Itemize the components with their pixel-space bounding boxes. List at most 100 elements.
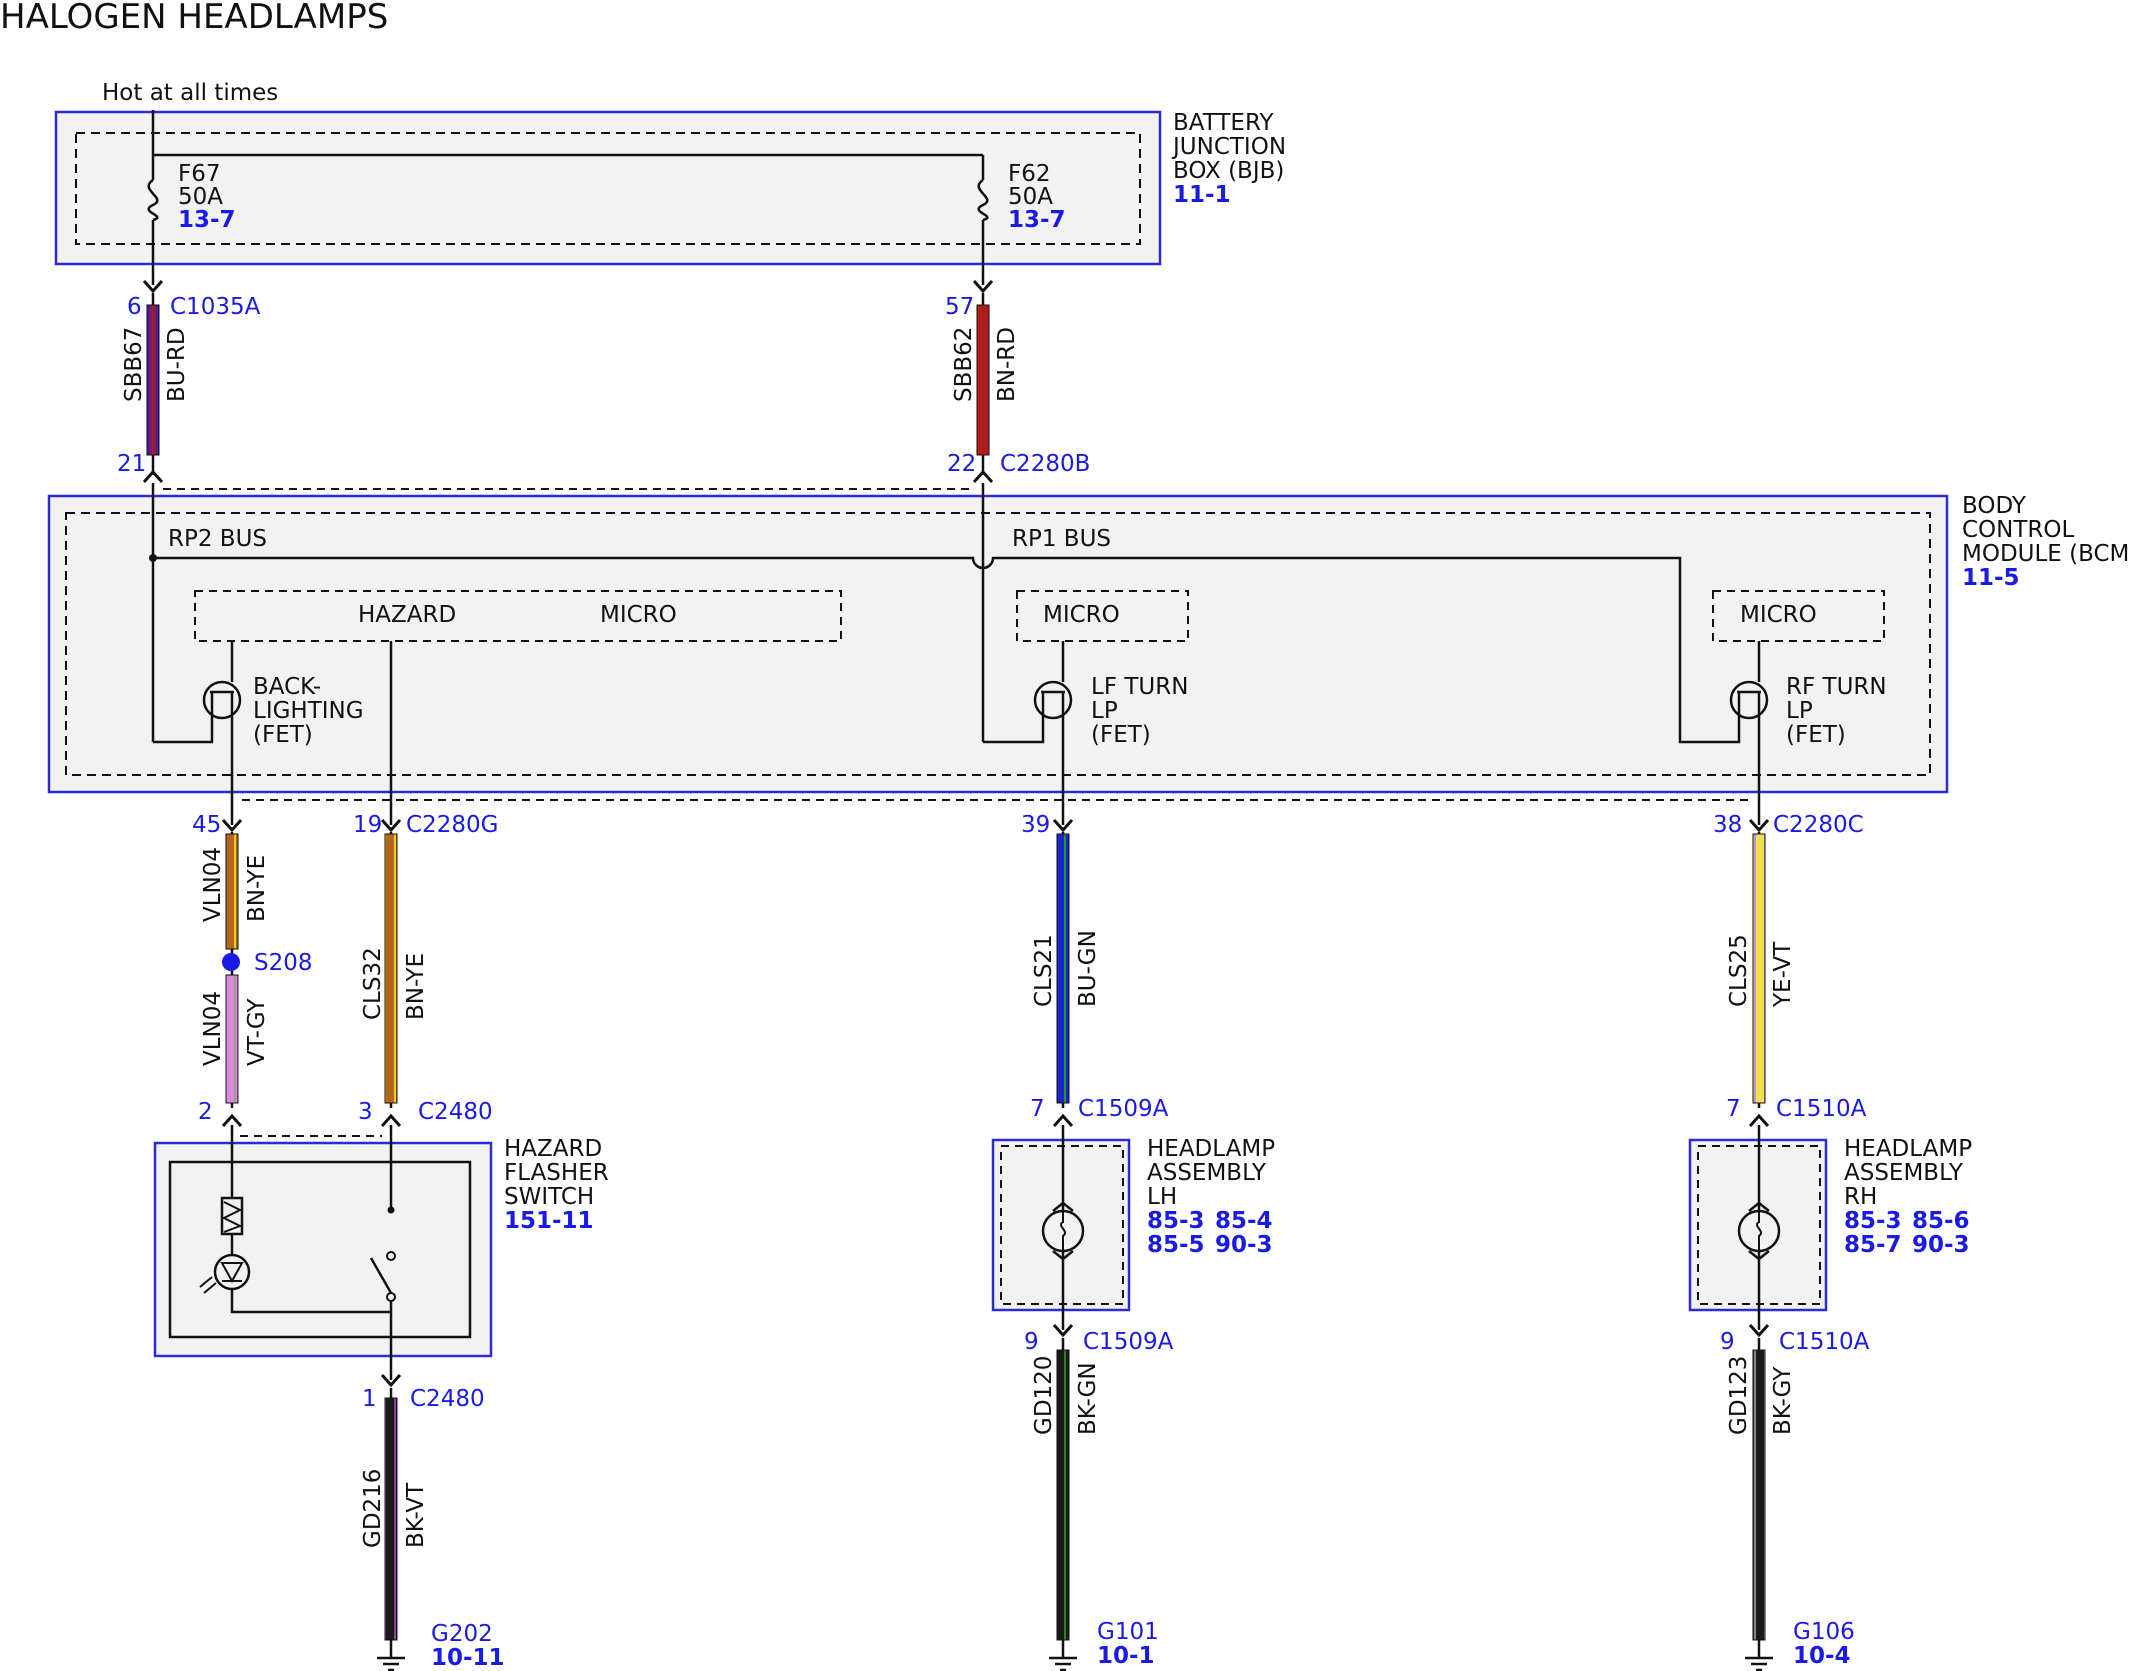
wire-gd216 xyxy=(384,1397,398,1641)
c2480-1-pin: 1 xyxy=(362,1386,377,1412)
micro-center-label: MICRO xyxy=(1043,602,1120,628)
wire-gd120 xyxy=(1056,1349,1070,1641)
wire-cls25-color: YE-VT xyxy=(1770,941,1796,1008)
svg-text:HEADLAMP: HEADLAMP xyxy=(1844,1136,1972,1162)
wire-gd216-color: BK-VT xyxy=(403,1482,429,1548)
svg-text:CONTROL: CONTROL xyxy=(1962,517,2075,543)
micro-left-label: MICRO xyxy=(600,602,677,628)
headlamp-rh-ref-3[interactable]: 85-7 xyxy=(1844,1232,1902,1258)
fet-lf-turn-label-2: LP xyxy=(1091,698,1118,724)
c2280c-pin: 38 xyxy=(1713,812,1742,838)
c2280c-39-pin: 39 xyxy=(1021,812,1050,838)
wire-cls32 xyxy=(384,833,398,1104)
headlamp-lh-ref-4[interactable]: 90-3 xyxy=(1215,1232,1273,1258)
svg-text:RH: RH xyxy=(1844,1184,1877,1210)
bcm-label: BODY CONTROL MODULE (BCM) 11-5 xyxy=(1962,493,2130,591)
headlamp-lh-label: HEADLAMP ASSEMBLY LH 85-3 85-4 85-5 90-3 xyxy=(1147,1136,1275,1258)
wire-cls21-color: BU-GN xyxy=(1075,930,1101,1007)
wire-cls25-circuit: CLS25 xyxy=(1726,934,1752,1007)
connector-bcm-21-icon xyxy=(142,470,164,484)
svg-text:HAZARD: HAZARD xyxy=(504,1136,602,1162)
fet-rf-turn-label-2: LP xyxy=(1786,698,1813,724)
fet-rf-turn-icon xyxy=(1729,680,1769,720)
connector-c1509a-7-icon xyxy=(1052,1114,1074,1128)
svg-text:MODULE (BCM): MODULE (BCM) xyxy=(1962,541,2130,567)
ground-g202-icon xyxy=(377,1656,405,1671)
fet-lf-turn-label-1: LF TURN xyxy=(1091,674,1188,700)
svg-text:BOX (BJB): BOX (BJB) xyxy=(1173,158,1284,184)
hazard-switch-ref-link[interactable]: 151-11 xyxy=(504,1208,594,1234)
wiring-diagram: HALOGEN HEADLAMPS Hot at all times BATTE… xyxy=(0,0,2130,1671)
fet-backlighting-label-1: BACK- xyxy=(253,674,321,700)
fuse-f67-ref-link[interactable]: 13-7 xyxy=(178,207,236,233)
headlamp-rh-ref-4[interactable]: 90-3 xyxy=(1912,1232,1970,1258)
wire-gd123-circuit: GD123 xyxy=(1726,1356,1752,1435)
svg-text:ASSEMBLY: ASSEMBLY xyxy=(1844,1160,1964,1186)
c1035a-name: C1035A xyxy=(170,294,261,320)
c1509a-7-pin: 7 xyxy=(1030,1096,1045,1122)
headlamp-rh-ref-1[interactable]: 85-3 xyxy=(1844,1208,1902,1234)
fet-lf-turn-label-3: (FET) xyxy=(1091,722,1151,748)
c1510a-7-name: C1510A xyxy=(1776,1096,1867,1122)
wire-sbb67-circuit: SBB67 xyxy=(121,327,147,402)
c1510a-7-pin: 7 xyxy=(1726,1096,1741,1122)
bjb-label: BATTERY JUNCTION BOX (BJB) 11-1 xyxy=(1171,110,1286,208)
svg-text:SWITCH: SWITCH xyxy=(504,1184,594,1210)
c1509a-7-name: C1509A xyxy=(1078,1096,1169,1122)
c2480-1-name: C2480 xyxy=(410,1386,485,1412)
c2280b-top-pin: 57 xyxy=(945,294,974,320)
c2480-pin: 3 xyxy=(358,1099,373,1125)
headlamp-lh-ref-1[interactable]: 85-3 xyxy=(1147,1208,1205,1234)
micro-right-label: MICRO xyxy=(1740,602,1817,628)
c2480-name: C2480 xyxy=(418,1099,493,1125)
wire-sbb62-circuit: SBB62 xyxy=(951,327,977,402)
wire-sbb67 xyxy=(146,304,160,456)
c2280g-45-pin: 45 xyxy=(192,812,221,838)
fuse-f67-icon xyxy=(145,178,161,222)
svg-text:LH: LH xyxy=(1147,1184,1177,1210)
svg-text:FLASHER: FLASHER xyxy=(504,1160,609,1186)
c1510a-9-name: C1510A xyxy=(1779,1329,1870,1355)
bcm-ref-link[interactable]: 11-5 xyxy=(1962,565,2020,591)
svg-text:JUNCTION: JUNCTION xyxy=(1171,134,1286,160)
connector-c1510a-7-icon xyxy=(1748,1114,1770,1128)
connector-c2280b-icon xyxy=(972,470,994,484)
fet-backlighting-label-2: LIGHTING xyxy=(253,698,364,724)
fuse-f62-icon xyxy=(975,178,991,222)
hazard-switch-label: HAZARD FLASHER SWITCH 151-11 xyxy=(504,1136,609,1234)
ground-g106-name: G106 xyxy=(1793,1619,1855,1645)
rp1-bus-label: RP1 BUS xyxy=(1012,526,1111,552)
wire-gd120-circuit: GD120 xyxy=(1031,1356,1057,1435)
ground-g106-ref-link[interactable]: 10-4 xyxy=(1793,1643,1851,1669)
bjb-ref-link[interactable]: 11-1 xyxy=(1173,182,1231,208)
resistor-icon xyxy=(220,1196,244,1236)
c1510a-9-pin: 9 xyxy=(1720,1329,1735,1355)
c1035a-pin: 6 xyxy=(127,294,142,320)
headlamp-lh-ref-3[interactable]: 85-5 xyxy=(1147,1232,1205,1258)
ground-g101-icon xyxy=(1049,1656,1077,1671)
ground-g202-ref-link[interactable]: 10-11 xyxy=(431,1645,505,1671)
ground-g101-ref-link[interactable]: 10-1 xyxy=(1097,1643,1155,1669)
hazard-switch-box xyxy=(153,1141,493,1358)
c2280b-pin: 22 xyxy=(947,451,976,477)
fet-rf-turn-label-3: (FET) xyxy=(1786,722,1846,748)
wire-vln04b-color: VT-GY xyxy=(244,998,270,1066)
wire-sbb62 xyxy=(976,304,990,456)
bcm-21-pin: 21 xyxy=(117,451,146,477)
c1509a-9-name: C1509A xyxy=(1083,1329,1174,1355)
wire-vln04b-circuit: VLN04 xyxy=(200,991,226,1066)
bcm-box xyxy=(47,494,1949,794)
connector-c2480-2-icon xyxy=(221,1114,243,1128)
splice-s208-icon xyxy=(222,953,240,971)
fuse-f62-ref-link[interactable]: 13-7 xyxy=(1008,207,1066,233)
headlamp-rh-ref-2[interactable]: 85-6 xyxy=(1912,1208,1970,1234)
wire-cls21-circuit: CLS21 xyxy=(1031,934,1057,1007)
ground-g106-icon xyxy=(1745,1656,1773,1671)
wire-cls21 xyxy=(1056,833,1070,1104)
svg-text:BATTERY: BATTERY xyxy=(1173,110,1274,136)
wire-vln04-bn-ye xyxy=(225,833,239,950)
headlamp-lh-ref-2[interactable]: 85-4 xyxy=(1215,1208,1273,1234)
fet-backlighting-label-3: (FET) xyxy=(253,722,313,748)
wire-cls32-circuit: CLS32 xyxy=(360,947,386,1020)
connector-c2480-icon xyxy=(380,1114,402,1128)
